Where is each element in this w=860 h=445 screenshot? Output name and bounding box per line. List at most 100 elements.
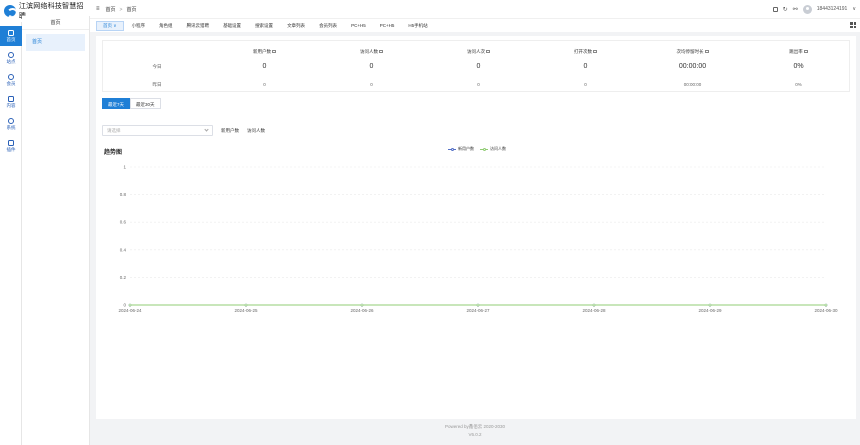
logo-icon (4, 5, 16, 17)
metric-option[interactable]: 新用户数 (221, 128, 239, 134)
tab-article-list[interactable]: 文章列表 (281, 21, 311, 31)
data-point (128, 303, 132, 307)
refresh-icon[interactable]: ↻ (783, 6, 788, 13)
tab-role-group[interactable]: 角色组 (153, 21, 179, 31)
top-header: ≡ 首页 > 首页 ↻ ⚯ 18443124191 ∨ (90, 0, 860, 18)
metric-select[interactable]: 请选择 (102, 125, 213, 136)
stat-value: 0% (793, 63, 804, 70)
legend-item[interactable]: 访问人数 (480, 146, 506, 152)
menu-toggle-icon[interactable]: ≡ (96, 6, 100, 12)
range-7d-button[interactable]: 最近7天 (102, 98, 131, 109)
submenu-item-home[interactable]: 首页 (26, 34, 85, 51)
info-icon[interactable] (486, 50, 490, 54)
avatar[interactable] (802, 4, 812, 14)
y-tick-label: 0.6 (120, 220, 127, 225)
stat-value: 00:00:00 (683, 82, 702, 87)
tab-pc-h5[interactable]: PC+H5 (374, 21, 401, 31)
rail-item-content[interactable]: 内容 (0, 92, 22, 112)
data-point (592, 303, 596, 307)
tab-search-settings[interactable]: 搜索设置 (249, 21, 279, 31)
info-icon[interactable] (593, 50, 597, 54)
rail-item-member[interactable]: 会员 (0, 70, 22, 90)
info-icon[interactable] (704, 50, 709, 54)
tab-h5-mobile[interactable]: H5手机站 (402, 21, 433, 31)
range-30d-button[interactable]: 最近30天 (130, 98, 161, 109)
fullscreen-icon[interactable] (772, 6, 778, 12)
clear-cache-icon[interactable]: ⚯ (793, 6, 798, 13)
metric-option[interactable]: 访问人数 (247, 128, 265, 134)
tab-basic-settings[interactable]: 基础设置 (217, 21, 247, 31)
stat-header: 跳出率 (746, 49, 851, 55)
stat-header-label: 新用户数 (253, 49, 271, 54)
legend-swatch (448, 147, 456, 151)
rail-item-label: 插件 (6, 146, 16, 152)
stat-value: 0 (263, 82, 266, 87)
page-tabs: 首页 ∨ 小程序 角色组 腾讯云猎聘 基础设置 搜索设置 文章列表 会员列表 P… (90, 18, 860, 32)
breadcrumb-separator: > (119, 6, 123, 13)
tab-member-list[interactable]: 会员列表 (313, 21, 343, 31)
stats-table: 新用户数 访问人数 访问人次 打开次数 次均停留时长 跳出率 今日 0 0 0 … (102, 40, 850, 92)
row-label: 昨日 (152, 82, 162, 87)
stat-header-label: 次均停留时长 (676, 49, 704, 54)
data-point (708, 303, 712, 307)
footer-version: V6.0.2 (468, 432, 482, 437)
tab-mini-program[interactable]: 小程序 (126, 21, 152, 31)
chevron-down-icon[interactable]: ∨ (113, 23, 116, 28)
stats-row-yesterday: 昨日 0 0 0 0 00:00:00 0% (103, 81, 851, 89)
stat-header: 访问人数 (318, 49, 425, 55)
select-placeholder: 请选择 (107, 127, 121, 133)
x-tick-label: 2024-06-27 (466, 308, 490, 313)
chart-legend: 新用户数 访问人数 (448, 146, 512, 152)
secondary-nav: 首页 首页 (22, 16, 90, 445)
stat-value: 0 (369, 63, 374, 70)
tabs-menu-icon[interactable] (850, 22, 856, 28)
stat-value: 0 (262, 63, 267, 70)
rail-item-label: 首页 (6, 36, 16, 42)
footer-powered-by: Powered by鑫佰云 2020-2030 (444, 424, 506, 429)
rail-item-system[interactable]: 系统 (0, 114, 22, 134)
data-point (824, 303, 828, 307)
rail-item-label: 内容 (6, 102, 16, 108)
legend-item[interactable]: 新用户数 (448, 146, 474, 152)
stat-value: 0% (795, 82, 802, 87)
filter-row: 请选择 新用户数 访问人数 (102, 125, 265, 136)
info-icon[interactable] (272, 50, 276, 54)
breadcrumb-item[interactable]: 首页 (106, 7, 116, 13)
x-tick-label: 2024-06-26 (350, 308, 374, 313)
tab-pc-h5[interactable]: PC+H5 (345, 21, 372, 31)
username[interactable]: 18443124191 (817, 6, 848, 12)
stat-value: 00:00:00 (678, 63, 707, 70)
legend-label: 新用户数 (458, 146, 474, 151)
rail-item-label: 系统 (6, 124, 16, 130)
x-tick-label: 2024-06-30 (814, 308, 838, 313)
rail-item-site[interactable]: 站点 (0, 48, 22, 68)
y-tick-label: 0.8 (120, 192, 127, 197)
submenu-title: 首页 (22, 16, 89, 30)
x-tick-label: 2024-06-25 (234, 308, 258, 313)
gear-icon (8, 117, 14, 124)
range-toggle: 最近7天 最近30天 (102, 98, 161, 109)
trend-chart: 0 0.2 0.4 0.6 0.8 1 2024-06-24 2024-06-25 2024-0… (118, 165, 838, 314)
rail-item-home[interactable]: 首页 (0, 26, 22, 46)
y-tick-label: 0 (123, 303, 126, 308)
tab-label: 首页 (103, 22, 112, 28)
chevron-down-icon[interactable]: ∨ (852, 6, 856, 12)
tab-tencent-recruit[interactable]: 腾讯云猎聘 (181, 21, 216, 31)
legend-label: 访问人数 (490, 146, 506, 151)
stat-header-label: 打开次数 (574, 49, 592, 54)
breadcrumb: 首页 > 首页 (106, 6, 137, 13)
info-icon[interactable] (803, 50, 808, 54)
x-tick-label: 2024-06-24 (118, 308, 142, 313)
data-point (360, 303, 364, 307)
rail-item-plugin[interactable]: 插件 (0, 136, 22, 156)
x-tick-label: 2024-06-28 (582, 308, 606, 313)
stat-header-label: 跳出率 (789, 49, 803, 54)
stat-header: 访问人次 (425, 49, 532, 55)
stat-value: 0 (584, 82, 587, 87)
stats-header-row: 新用户数 访问人数 访问人次 打开次数 次均停留时长 跳出率 (103, 49, 851, 55)
stat-header: 新用户数 (211, 49, 318, 55)
info-icon[interactable] (379, 50, 383, 54)
tab-home[interactable]: 首页 ∨ (96, 20, 124, 31)
rail-item-label: 会员 (6, 80, 16, 86)
header-actions: ↻ ⚯ 18443124191 ∨ (772, 0, 856, 18)
